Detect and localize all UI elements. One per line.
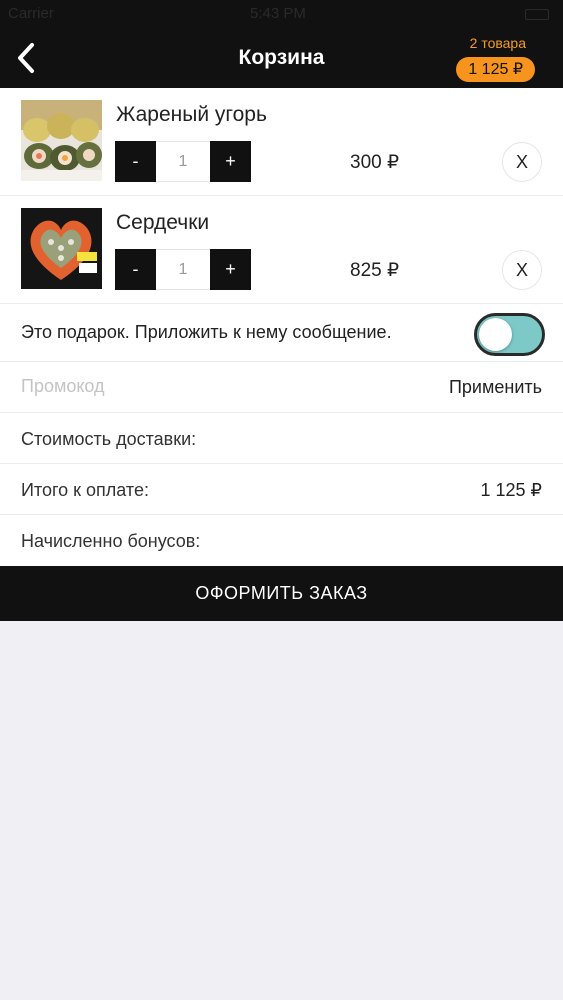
cart-item: Сердечки - 1 + 825 ₽ X bbox=[0, 196, 563, 304]
status-bar: Carrier 5:43 PM bbox=[0, 0, 563, 30]
item-name: Жареный угорь bbox=[116, 103, 267, 126]
remove-item-button[interactable]: X bbox=[502, 250, 542, 290]
total-value: 1 125 ₽ bbox=[480, 480, 543, 500]
bonus-row: Начисленно бонусов: bbox=[0, 515, 563, 566]
promo-code-row: Применить bbox=[0, 362, 563, 413]
promo-code-input[interactable] bbox=[21, 376, 321, 397]
apply-promo-button[interactable]: Применить bbox=[449, 377, 542, 398]
cart-item-count: 2 товара bbox=[469, 35, 526, 51]
toggle-knob bbox=[479, 318, 512, 351]
increment-button[interactable]: + bbox=[210, 141, 251, 182]
gift-label: Это подарок. Приложить к нему сообщение. bbox=[21, 322, 392, 342]
gift-toggle[interactable] bbox=[474, 313, 545, 356]
item-price: 825 ₽ bbox=[350, 260, 400, 281]
delivery-cost-label: Стоимость доставки: bbox=[21, 429, 197, 449]
decrement-button[interactable]: - bbox=[115, 141, 156, 182]
carrier-label: Carrier bbox=[8, 5, 54, 22]
checkout-button[interactable]: ОФОРМИТЬ ЗАКАЗ bbox=[0, 566, 563, 621]
decrement-button[interactable]: - bbox=[115, 249, 156, 290]
total-row: Итого к оплате: 1 125 ₽ bbox=[0, 464, 563, 515]
item-price: 300 ₽ bbox=[350, 152, 400, 173]
increment-button[interactable]: + bbox=[210, 249, 251, 290]
status-time: 5:43 PM bbox=[250, 5, 306, 22]
delivery-cost-row: Стоимость доставки: bbox=[0, 413, 563, 464]
navigation-bar: Корзина 2 товара 1 125 ₽ bbox=[0, 30, 563, 88]
cart-total-badge[interactable]: 1 125 ₽ bbox=[456, 57, 535, 82]
gift-option-row: Это подарок. Приложить к нему сообщение. bbox=[0, 304, 563, 362]
product-image-fried-eel bbox=[21, 100, 102, 181]
battery-icon bbox=[525, 9, 549, 20]
cart-content: Жареный угорь - 1 + 300 ₽ X Сердечки - 1… bbox=[0, 88, 563, 566]
product-image-hearts bbox=[21, 208, 102, 289]
remove-item-button[interactable]: X bbox=[502, 142, 542, 182]
total-label: Итого к оплате: bbox=[21, 480, 149, 500]
quantity-value: 1 bbox=[156, 141, 210, 182]
item-name: Сердечки bbox=[116, 211, 210, 234]
cart-item: Жареный угорь - 1 + 300 ₽ X bbox=[0, 88, 563, 196]
bonus-label: Начисленно бонусов: bbox=[21, 531, 201, 551]
quantity-value: 1 bbox=[156, 249, 210, 290]
